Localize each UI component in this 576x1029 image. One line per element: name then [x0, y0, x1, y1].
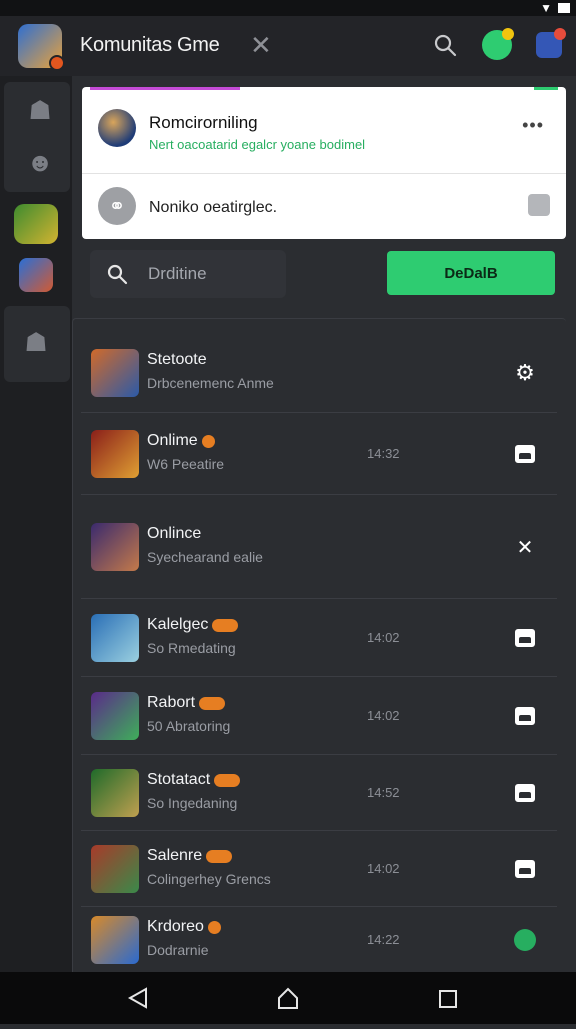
- list-item[interactable]: Onlime W6 Peeatire 14:32: [73, 413, 567, 495]
- avatar: [98, 109, 136, 147]
- list-item-status: So Ingedaning: [147, 795, 238, 811]
- list-item-name: Kalelgec: [147, 616, 239, 634]
- battery-icon: [558, 3, 570, 13]
- green-status-icon[interactable]: [513, 928, 537, 952]
- list-item[interactable]: Kalelgec So Rmedating 14:02: [73, 599, 567, 677]
- notification-icon[interactable]: [536, 28, 566, 58]
- notification-popup: Romcirorniling Nert oacoatarid egalcr yo…: [82, 87, 566, 239]
- list-item-status: 50 Abratoring: [147, 718, 231, 734]
- page-title: Komunitas Gme: [80, 34, 220, 56]
- list-item[interactable]: Onlince Syechearand ealie ✕: [73, 495, 567, 599]
- list-item-name: Onlime: [147, 432, 215, 450]
- image-icon[interactable]: [513, 704, 537, 728]
- badge-icon: [201, 434, 215, 448]
- list-item[interactable]: Rabort 50 Abratoring 14:02: [73, 677, 567, 755]
- popup-row-text[interactable]: Noniko oeatirglec.: [149, 199, 277, 217]
- search-row: Drditine DeDalB: [82, 250, 566, 298]
- list-item-status: Colingerhey Grencs: [147, 871, 271, 887]
- primary-action-button[interactable]: DeDalB: [387, 251, 555, 295]
- list-item-name: Rabort: [147, 694, 226, 712]
- badge-icon: [207, 920, 221, 934]
- badge-icon: [206, 849, 233, 863]
- sidebar-item-game-server[interactable]: [14, 204, 58, 244]
- close-icon[interactable]: ✕: [513, 535, 537, 559]
- badge-icon: [199, 696, 226, 710]
- avatar: [91, 430, 139, 478]
- chat-bubble-icon[interactable]: [482, 28, 514, 60]
- divider: [82, 173, 566, 174]
- list-item[interactable]: Stotatact So Ingedaning 14:52: [73, 755, 567, 831]
- list-item-time: 14:02: [367, 861, 400, 876]
- back-icon[interactable]: [127, 987, 147, 1009]
- navigation-bar: [0, 972, 576, 1024]
- more-icon[interactable]: •••: [522, 115, 544, 136]
- link-icon: ⚭: [98, 187, 136, 225]
- member-list: Stetoote Drbcenemenc Anme ⚙ Onlime W6 Peeati…: [72, 318, 566, 972]
- sidebar-item-community[interactable]: [19, 258, 53, 292]
- home-icon[interactable]: ☗: [18, 90, 62, 130]
- sidebar: ☗ ☻ ☗: [0, 76, 72, 972]
- list-item[interactable]: Stetoote Drbcenemenc Anme ⚙: [73, 333, 567, 413]
- list-item-status: Dodrarnie: [147, 942, 209, 958]
- image-icon[interactable]: [513, 781, 537, 805]
- home-button-icon[interactable]: [278, 987, 298, 1009]
- copy-icon[interactable]: [528, 194, 550, 216]
- image-icon[interactable]: [513, 857, 537, 881]
- top-bar: Komunitas Gme ✕: [0, 16, 576, 76]
- list-item-status: W6 Peeatire: [147, 456, 225, 472]
- status-icons: ▼: [540, 0, 570, 16]
- list-item-name: Krdoreo: [147, 918, 221, 936]
- status-bar: ▼: [0, 0, 576, 16]
- notification-dot: [49, 55, 65, 71]
- search-icon: [107, 264, 128, 285]
- friends-icon[interactable]: ☻: [18, 142, 62, 182]
- avatar: [91, 692, 139, 740]
- search-placeholder: Drditine: [148, 264, 207, 283]
- avatar: [91, 845, 139, 893]
- list-item[interactable]: Salenre Colingerhey Grencs 14:02: [73, 831, 567, 907]
- discover-icon[interactable]: ☗: [14, 322, 58, 362]
- list-item-status: So Rmedating: [147, 640, 236, 656]
- avatar: [91, 614, 139, 662]
- avatar: [91, 349, 139, 397]
- wifi-icon: ▼: [540, 1, 552, 15]
- nav-buttons: [127, 987, 457, 1009]
- list-item-time: 14:02: [367, 708, 400, 723]
- settings-icon[interactable]: ⚙: [513, 360, 537, 385]
- popup-subtitle: Nert oacoatarid egalcr yoane bodimel: [149, 137, 366, 152]
- list-item-time: 14:22: [367, 932, 400, 947]
- search-icon[interactable]: [432, 32, 458, 58]
- list-item-name: Stotatact: [147, 771, 241, 789]
- list-item-name: Salenre: [147, 847, 233, 865]
- badge-icon: [214, 773, 241, 787]
- close-icon[interactable]: ✕: [250, 30, 272, 61]
- list-item-time: 14:32: [367, 446, 400, 461]
- badge-icon: [212, 618, 239, 632]
- recents-icon[interactable]: [439, 990, 457, 1008]
- avatar: [91, 523, 139, 571]
- app-avatar[interactable]: [18, 24, 65, 71]
- list-item[interactable]: Krdoreo Dodrarnie 14:22: [73, 907, 567, 973]
- avatar: [91, 916, 139, 964]
- sidebar-group: ☗ ☻: [4, 82, 70, 192]
- list-item-name: Onlince: [147, 525, 202, 542]
- list-item-time: 14:02: [367, 630, 400, 645]
- list-item-status: Drbcenemenc Anme: [147, 375, 274, 391]
- popup-title: Romcirorniling: [149, 113, 258, 132]
- list-item-time: 14:52: [367, 785, 400, 800]
- search-input[interactable]: Drditine: [90, 250, 286, 298]
- sidebar-group-bottom: ☗: [4, 306, 70, 382]
- image-icon[interactable]: [513, 442, 537, 466]
- list-item-status: Syechearand ealie: [147, 549, 263, 565]
- avatar: [91, 769, 139, 817]
- list-item-name: Stetoote: [147, 351, 207, 368]
- image-icon[interactable]: [513, 626, 537, 650]
